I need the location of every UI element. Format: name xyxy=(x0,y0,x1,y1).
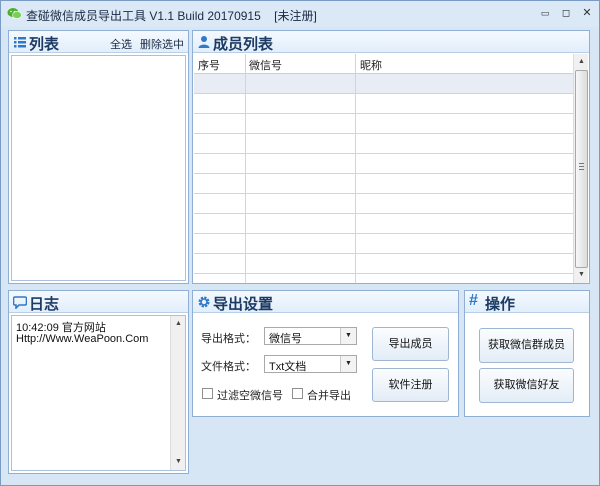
close-icon: ✕ xyxy=(582,7,592,19)
register-button[interactable]: 软件注册 xyxy=(372,368,449,402)
list-panel: 列表 全选 删除选中 xyxy=(8,30,189,284)
merge-export-checkbox[interactable] xyxy=(292,388,303,399)
column-header-wechat-id[interactable]: 微信号 xyxy=(249,57,282,73)
minimize-icon: ▭ xyxy=(540,8,550,18)
table-row[interactable] xyxy=(194,214,575,234)
group-list[interactable] xyxy=(11,55,186,281)
column-divider xyxy=(355,54,356,283)
operations-panel: # 操作 获取微信群成员 获取微信好友 xyxy=(464,290,590,417)
table-row[interactable] xyxy=(194,154,575,174)
export-settings-title: 导出设置 xyxy=(213,296,274,313)
members-table-header: 序号 微信号 昵称 xyxy=(194,54,575,74)
merge-export-label[interactable]: 合并导出 xyxy=(307,387,351,403)
hash-icon: # xyxy=(469,292,478,309)
filter-empty-checkbox[interactable] xyxy=(202,388,213,399)
members-table[interactable]: 序号 微信号 昵称 xyxy=(194,54,575,283)
column-header-nickname[interactable]: 昵称 xyxy=(360,57,382,73)
window-title-text: 查碰微信成员导出工具 V1.1 Build 20170915 xyxy=(26,9,261,23)
members-panel-header: 成员列表 xyxy=(193,31,589,53)
members-panel-title: 成员列表 xyxy=(213,36,274,53)
log-panel-header: 日志 xyxy=(9,291,188,313)
title-bar[interactable]: 查碰微信成员导出工具 V1.1 Build 20170915 [未注册] ▭ ◻… xyxy=(1,1,599,27)
log-textbox[interactable]: 10:42:09 官方网站 Http://Www.WeaPoon.Com ▲ ▼ xyxy=(11,315,186,471)
window-title: 查碰微信成员导出工具 V1.1 Build 20170915 [未注册] xyxy=(26,7,317,24)
gear-icon xyxy=(198,296,210,308)
chat-bubble-icon xyxy=(13,296,27,309)
list-icon xyxy=(14,37,26,48)
list-panel-header: 列表 全选 删除选中 xyxy=(9,31,188,53)
chevron-down-icon[interactable]: ▼ xyxy=(340,356,356,372)
restore-button[interactable]: ◻ xyxy=(558,6,574,20)
get-friends-button[interactable]: 获取微信好友 xyxy=(479,368,574,403)
table-row[interactable] xyxy=(194,234,575,254)
table-row[interactable] xyxy=(194,134,575,154)
restore-icon: ◻ xyxy=(561,8,571,19)
export-settings-panel: 导出设置 导出格式： 微信号 ▼ 文件格式： Txt文档 ▼ 过滤空微信号 合并… xyxy=(192,290,459,417)
scroll-down-icon[interactable]: ▼ xyxy=(574,268,589,282)
column-divider xyxy=(245,54,246,283)
table-row[interactable] xyxy=(194,114,575,134)
get-group-members-button[interactable]: 获取微信群成员 xyxy=(479,328,574,363)
log-scrollbar[interactable]: ▲ ▼ xyxy=(170,316,185,470)
table-row[interactable] xyxy=(194,254,575,274)
export-members-button[interactable]: 导出成员 xyxy=(372,327,449,361)
scroll-thumb[interactable] xyxy=(575,70,588,268)
minimize-button[interactable]: ▭ xyxy=(537,6,553,20)
operations-title: 操作 xyxy=(485,296,516,313)
export-format-value: 微信号 xyxy=(269,333,302,345)
members-panel: 成员列表 序号 微信号 昵称 ▲ ▼ xyxy=(192,30,590,284)
operations-header: # 操作 xyxy=(465,291,589,313)
export-format-select[interactable]: 微信号 ▼ xyxy=(264,327,357,345)
table-row[interactable] xyxy=(194,74,575,94)
table-row[interactable] xyxy=(194,174,575,194)
select-all-link[interactable]: 全选 xyxy=(110,36,132,52)
file-format-select[interactable]: Txt文档 ▼ xyxy=(264,355,357,373)
list-panel-title: 列表 xyxy=(29,36,60,53)
log-panel-title: 日志 xyxy=(29,296,60,313)
scroll-up-icon[interactable]: ▲ xyxy=(171,317,186,331)
scroll-up-icon[interactable]: ▲ xyxy=(574,55,589,69)
table-row[interactable] xyxy=(194,274,575,283)
file-format-label: 文件格式： xyxy=(201,361,256,373)
file-format-value: Txt文档 xyxy=(269,361,307,373)
table-row[interactable] xyxy=(194,194,575,214)
filter-empty-label[interactable]: 过滤空微信号 xyxy=(217,387,283,403)
scroll-down-icon[interactable]: ▼ xyxy=(171,455,186,469)
app-window: 查碰微信成员导出工具 V1.1 Build 20170915 [未注册] ▭ ◻… xyxy=(0,0,600,486)
user-icon xyxy=(198,36,210,48)
export-format-label: 导出格式： xyxy=(201,333,256,345)
registration-status: [未注册] xyxy=(274,9,317,23)
close-button[interactable]: ✕ xyxy=(579,6,595,20)
members-scrollbar[interactable]: ▲ ▼ xyxy=(573,54,588,283)
table-row[interactable] xyxy=(194,94,575,114)
wechat-icon xyxy=(7,8,22,19)
log-panel: 日志 10:42:09 官方网站 Http://Www.WeaPoon.Com … xyxy=(8,290,189,474)
delete-selected-link[interactable]: 删除选中 xyxy=(140,36,184,52)
column-header-index[interactable]: 序号 xyxy=(198,57,220,73)
export-settings-header: 导出设置 xyxy=(193,291,458,313)
log-line: Http://Www.WeaPoon.Com xyxy=(16,333,149,345)
chevron-down-icon[interactable]: ▼ xyxy=(340,328,356,344)
